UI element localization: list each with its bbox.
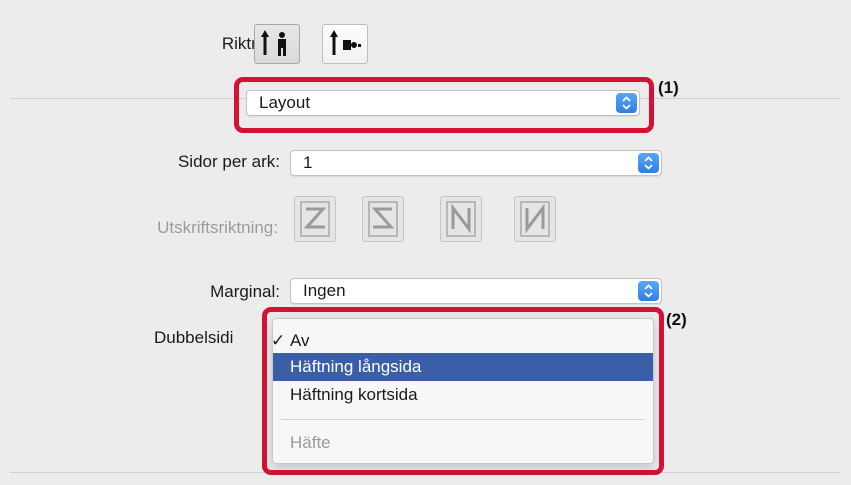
margin-select[interactable]: Ingen [290, 278, 662, 304]
panel-select-value: Layout [259, 93, 311, 112]
menu-item-booklet: Häfte [273, 429, 653, 457]
callout-2-label: (2) [666, 310, 687, 329]
chevron-updown-icon [638, 153, 659, 173]
menu-item-off[interactable]: ✓ Av [271, 327, 653, 355]
menu-item-label: Av [290, 331, 310, 350]
print-direction-label: Utskriftsriktning: [157, 218, 278, 237]
chevron-updown-icon [638, 281, 659, 301]
duplex-menu: ✓ Av Häftning långsida Häftning kortsida… [271, 318, 654, 464]
margin-label: Marginal: [210, 282, 280, 301]
duplex-label: Dubbelsidi [154, 328, 234, 347]
menu-item-label: Häftning kortsida [290, 385, 418, 404]
chevron-updown-icon [616, 93, 637, 113]
menu-item-label: Häfte [290, 433, 331, 452]
checkmark-icon: ✓ [271, 331, 286, 350]
menu-item-label: Häftning långsida [290, 357, 422, 376]
menu-item-short-edge-binding[interactable]: Häftning kortsida [273, 381, 653, 409]
reverse-z-order-icon[interactable] [362, 196, 404, 242]
callout-1-label: (1) [658, 78, 679, 97]
n-order-icon[interactable] [440, 196, 482, 242]
panel-select[interactable]: Layout [246, 90, 640, 116]
menu-item-long-edge-binding[interactable]: Häftning långsida [273, 353, 653, 381]
pages-per-sheet-label: Sidor per ark: [177, 152, 280, 171]
margin-value: Ingen [303, 281, 346, 300]
portrait-orientation-button[interactable] [254, 24, 300, 64]
reverse-n-order-icon[interactable] [514, 196, 556, 242]
menu-separator [281, 419, 645, 420]
landscape-orientation-button[interactable] [322, 24, 368, 64]
landscape-orientation-icon [330, 30, 361, 55]
portrait-orientation-icon [261, 30, 286, 56]
pages-per-sheet-value: 1 [303, 153, 313, 172]
pages-per-sheet-select[interactable]: 1 [290, 150, 662, 176]
z-order-icon[interactable] [294, 196, 336, 242]
